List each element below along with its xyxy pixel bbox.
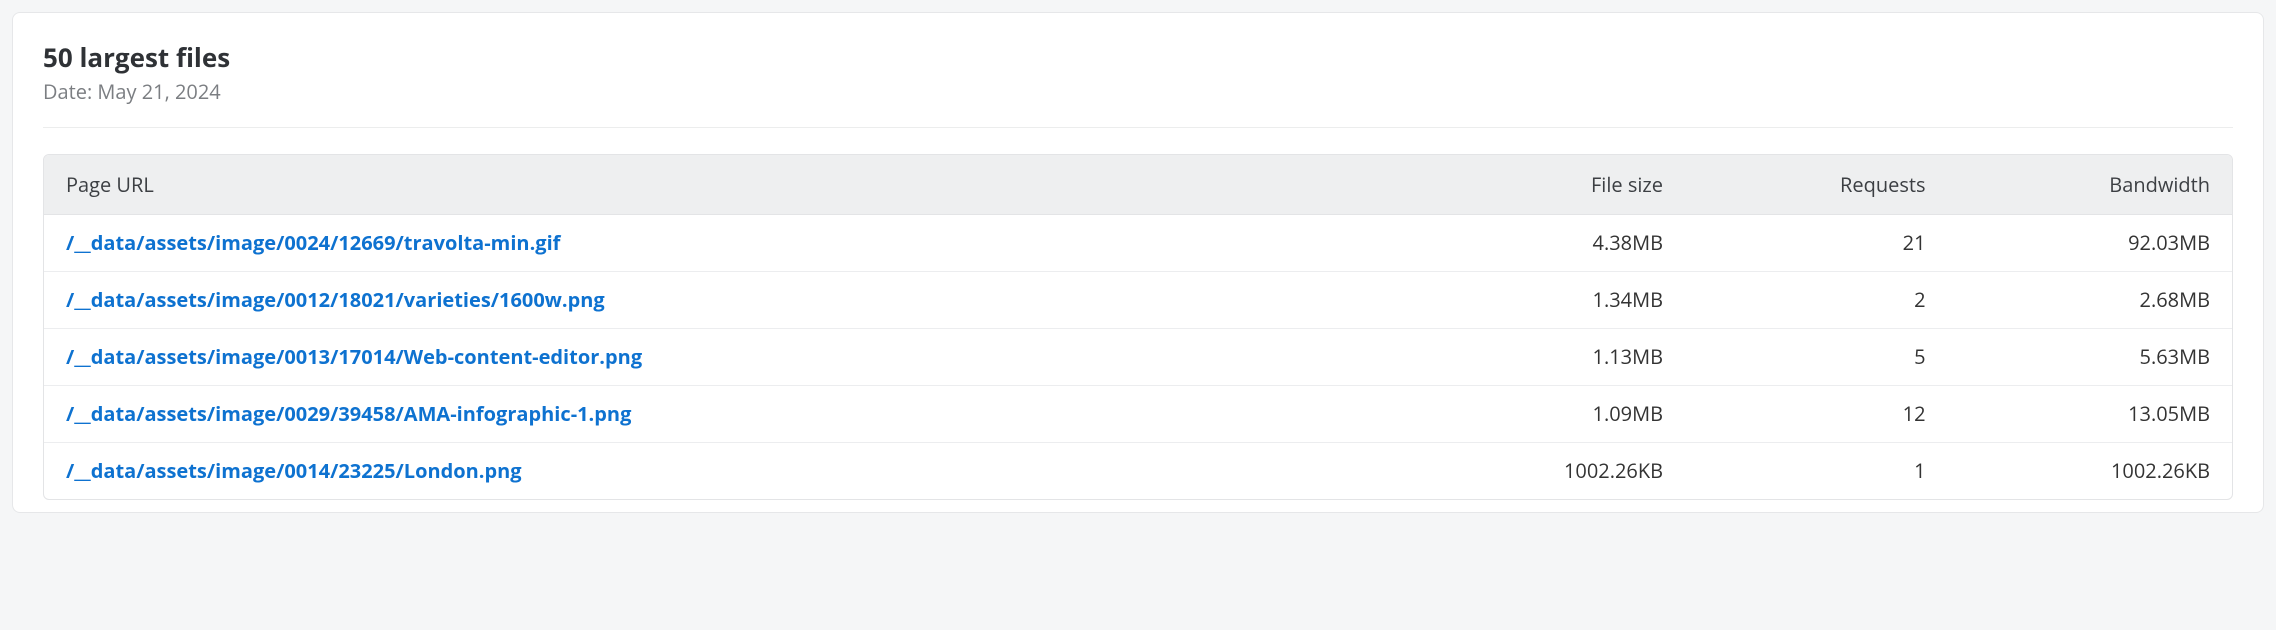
cell-url: /__data/assets/image/0029/39458/AMA-info… xyxy=(44,385,1401,442)
cell-size: 4.38MB xyxy=(1401,214,1685,271)
cell-url: /__data/assets/image/0012/18021/varietie… xyxy=(44,271,1401,328)
cell-bandwidth: 5.63MB xyxy=(1948,328,2232,385)
cell-requests: 21 xyxy=(1685,214,1948,271)
cell-requests: 1 xyxy=(1685,442,1948,499)
card-subtitle: Date: May 21, 2024 xyxy=(43,78,2233,105)
table-row: /__data/assets/image/0029/39458/AMA-info… xyxy=(44,385,2232,442)
table-row: /__data/assets/image/0013/17014/Web-cont… xyxy=(44,328,2232,385)
cell-bandwidth: 92.03MB xyxy=(1948,214,2232,271)
table-header-row: Page URL File size Requests Bandwidth xyxy=(44,155,2232,215)
table-row: /__data/assets/image/0012/18021/varietie… xyxy=(44,271,2232,328)
file-url-link[interactable]: /__data/assets/image/0024/12669/travolta… xyxy=(66,229,560,256)
card-header: 50 largest files Date: May 21, 2024 xyxy=(43,41,2233,128)
files-table: Page URL File size Requests Bandwidth /_… xyxy=(44,155,2232,499)
file-url-link[interactable]: /__data/assets/image/0012/18021/varietie… xyxy=(66,286,605,313)
col-header-url: Page URL xyxy=(44,155,1401,215)
files-table-wrap: Page URL File size Requests Bandwidth /_… xyxy=(43,154,2233,500)
file-url-link[interactable]: /__data/assets/image/0013/17014/Web-cont… xyxy=(66,343,642,370)
cell-bandwidth: 1002.26KB xyxy=(1948,442,2232,499)
cell-requests: 5 xyxy=(1685,328,1948,385)
cell-size: 1.13MB xyxy=(1401,328,1685,385)
cell-size: 1002.26KB xyxy=(1401,442,1685,499)
file-url-link[interactable]: /__data/assets/image/0029/39458/AMA-info… xyxy=(66,400,631,427)
cell-size: 1.09MB xyxy=(1401,385,1685,442)
table-row: /__data/assets/image/0024/12669/travolta… xyxy=(44,214,2232,271)
col-header-size: File size xyxy=(1401,155,1685,215)
cell-bandwidth: 13.05MB xyxy=(1948,385,2232,442)
cell-size: 1.34MB xyxy=(1401,271,1685,328)
table-row: /__data/assets/image/0014/23225/London.p… xyxy=(44,442,2232,499)
cell-url: /__data/assets/image/0024/12669/travolta… xyxy=(44,214,1401,271)
cell-url: /__data/assets/image/0013/17014/Web-cont… xyxy=(44,328,1401,385)
cell-requests: 12 xyxy=(1685,385,1948,442)
col-header-bandwidth: Bandwidth xyxy=(1948,155,2232,215)
largest-files-card: 50 largest files Date: May 21, 2024 Page… xyxy=(12,12,2264,513)
cell-url: /__data/assets/image/0014/23225/London.p… xyxy=(44,442,1401,499)
file-url-link[interactable]: /__data/assets/image/0014/23225/London.p… xyxy=(66,457,522,484)
card-title: 50 largest files xyxy=(43,41,2233,74)
cell-bandwidth: 2.68MB xyxy=(1948,271,2232,328)
col-header-requests: Requests xyxy=(1685,155,1948,215)
cell-requests: 2 xyxy=(1685,271,1948,328)
